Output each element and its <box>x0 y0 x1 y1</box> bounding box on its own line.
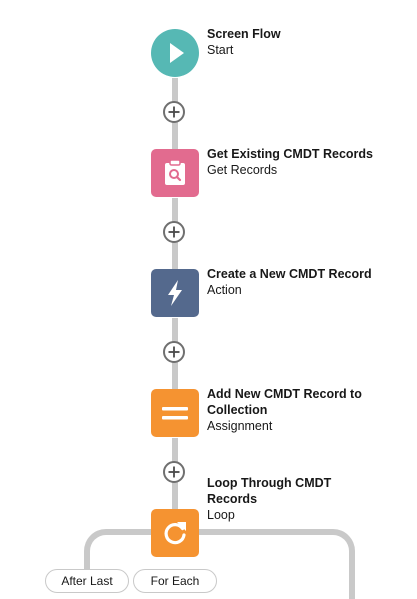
play-icon <box>170 43 184 63</box>
node-type: Start <box>207 43 234 57</box>
after-last-branch-label[interactable]: After Last <box>45 569 129 593</box>
loop-node[interactable] <box>151 509 199 557</box>
action-node[interactable] <box>151 269 199 317</box>
start-node[interactable] <box>151 29 199 77</box>
flow-canvas: Screen Flow Start Get Existing CMDT Reco… <box>0 0 417 599</box>
node-title: Add New CMDT Record to Collection <box>207 387 362 417</box>
assignment-node[interactable] <box>151 389 199 437</box>
add-element-button[interactable] <box>163 341 185 363</box>
node-title: Get Existing CMDT Records <box>207 147 373 161</box>
add-element-button[interactable] <box>163 101 185 123</box>
add-element-button[interactable] <box>163 221 185 243</box>
loop-icon <box>164 522 186 545</box>
add-element-button[interactable] <box>163 461 185 483</box>
node-type: Loop <box>207 508 235 522</box>
node-type: Assignment <box>207 419 273 433</box>
node-title: Screen Flow <box>207 27 281 41</box>
plus-icon <box>168 346 180 358</box>
node-type: Action <box>207 283 242 297</box>
node-type: Get Records <box>207 163 278 177</box>
equals-icon <box>162 407 188 420</box>
action-node-label: Create a New CMDT Record Action <box>207 266 407 298</box>
node-title: Create a New CMDT Record <box>207 267 372 281</box>
node-title: Loop Through CMDT Records <box>207 476 332 506</box>
clipboard-search-icon <box>165 159 185 185</box>
loop-node-label: Loop Through CMDT Records Loop <box>207 475 407 523</box>
plus-icon <box>168 226 180 238</box>
plus-icon <box>168 106 180 118</box>
get-records-node[interactable] <box>151 149 199 197</box>
plus-icon <box>168 466 180 478</box>
assignment-node-label: Add New CMDT Record to Collection Assign… <box>207 386 407 434</box>
lightning-icon <box>168 280 182 306</box>
get-records-node-label: Get Existing CMDT Records Get Records <box>207 146 407 178</box>
start-node-label: Screen Flow Start <box>207 26 407 58</box>
for-each-branch-label[interactable]: For Each <box>133 569 217 593</box>
